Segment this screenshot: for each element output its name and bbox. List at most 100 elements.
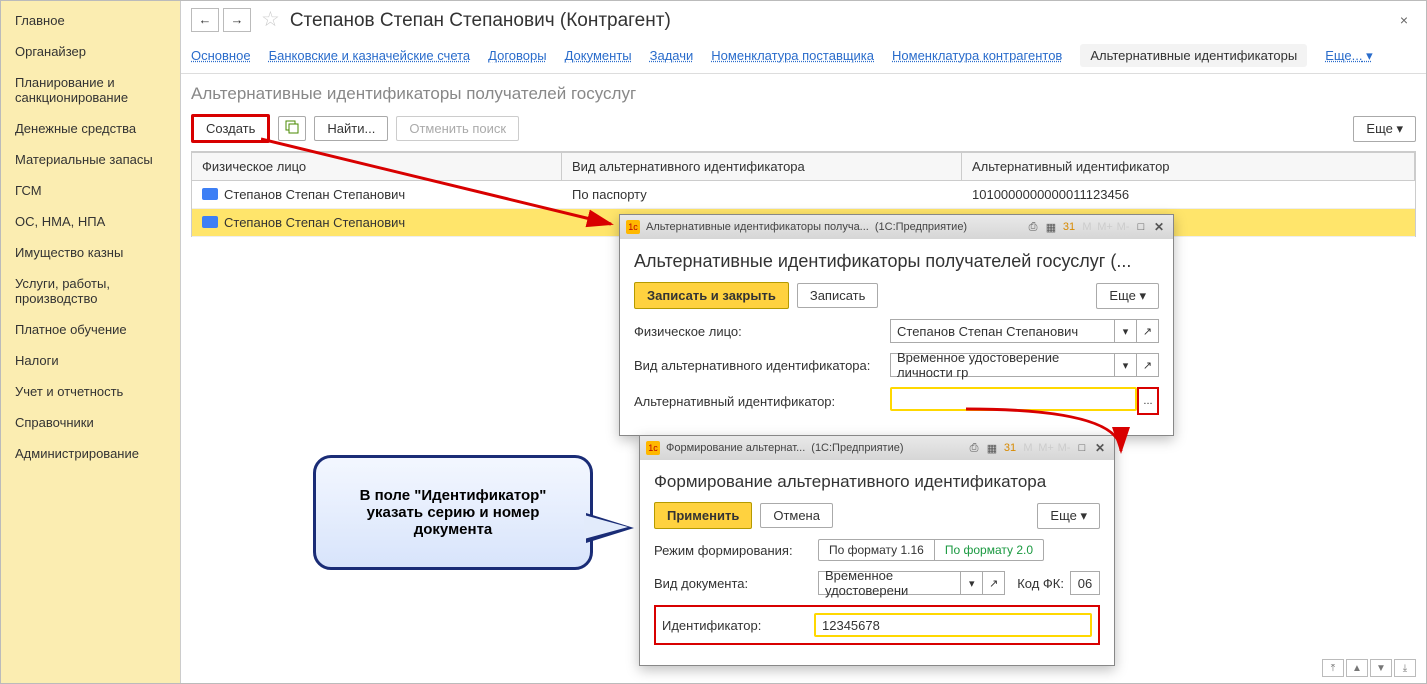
mplus-icon[interactable]: M+: [1038, 440, 1054, 456]
open-button[interactable]: ↗: [983, 571, 1005, 595]
sidebar-item[interactable]: ОС, НМА, НПА: [1, 206, 180, 237]
close-icon[interactable]: ✕: [1151, 219, 1167, 235]
cell-person: Степанов Степан Степанович: [192, 209, 562, 237]
tab[interactable]: Номенклатура поставщика: [711, 48, 874, 63]
nav-fwd-button[interactable]: →: [223, 8, 251, 32]
more-button[interactable]: Еще ▾: [1096, 283, 1159, 309]
maximize-icon[interactable]: □: [1133, 219, 1149, 235]
mminus-icon[interactable]: M-: [1115, 219, 1131, 235]
id-label: Идентификатор:: [662, 618, 814, 633]
grid-icon[interactable]: ▦: [1043, 219, 1059, 235]
header-toolbar: ← → ☆ Степанов Степан Степанович (Контра…: [181, 1, 1426, 38]
record-icon: [202, 188, 218, 200]
sidebar-item[interactable]: Справочники: [1, 407, 180, 438]
tab[interactable]: Документы: [565, 48, 632, 63]
table-header: Физическое лицо Вид альтернативного иден…: [191, 152, 1416, 181]
tab-more[interactable]: Еще... ▾: [1325, 48, 1372, 64]
sidebar-item[interactable]: ГСМ: [1, 175, 180, 206]
sidebar-item[interactable]: Администрирование: [1, 438, 180, 469]
scroll-top-button[interactable]: ⤒: [1322, 659, 1344, 677]
close-button[interactable]: ×: [1392, 8, 1416, 32]
dialog-titlebar[interactable]: 1c Альтернативные идентификаторы получа.…: [620, 215, 1173, 239]
app-logo-icon: 1c: [646, 441, 660, 455]
sidebar-item[interactable]: Главное: [1, 5, 180, 36]
mplus-icon[interactable]: M+: [1097, 219, 1113, 235]
grid-icon[interactable]: ▦: [984, 440, 1000, 456]
open-button[interactable]: ↗: [1137, 353, 1159, 377]
type-input[interactable]: Временное удостоверение личности гр: [890, 353, 1115, 377]
sidebar-item[interactable]: Услуги, работы, производство: [1, 268, 180, 314]
tab[interactable]: Основное: [191, 48, 251, 63]
mode-2-button[interactable]: По формату 2.0: [935, 539, 1044, 561]
id-input[interactable]: 12345678: [814, 613, 1092, 637]
dropdown-button[interactable]: ▾: [1115, 353, 1137, 377]
kod-fk-input[interactable]: 06: [1070, 571, 1100, 595]
type-label: Вид альтернативного идентификатора:: [634, 358, 890, 373]
m-icon[interactable]: M: [1020, 440, 1036, 456]
sidebar-item[interactable]: Имущество казны: [1, 237, 180, 268]
save-button[interactable]: Записать: [797, 283, 879, 308]
dialog-heading: Формирование альтернативного идентификат…: [654, 472, 1100, 492]
maximize-icon[interactable]: □: [1074, 440, 1090, 456]
m-icon[interactable]: M: [1079, 219, 1095, 235]
table-scroll-buttons: ⤒ ▲ ▼ ⤓: [1322, 659, 1416, 677]
altid-input[interactable]: [890, 387, 1137, 411]
tab-active[interactable]: Альтернативные идентификаторы: [1080, 44, 1307, 67]
choose-button[interactable]: ...: [1137, 387, 1159, 415]
scroll-down-button[interactable]: ▼: [1370, 659, 1392, 677]
dialog-altid-edit: 1c Альтернативные идентификаторы получа.…: [619, 214, 1174, 436]
sidebar-item[interactable]: Платное обучение: [1, 314, 180, 345]
dropdown-button[interactable]: ▾: [961, 571, 983, 595]
copy-button[interactable]: [278, 116, 306, 141]
dialog-form-altid: 1c Формирование альтернат... (1С:Предпри…: [639, 435, 1115, 666]
calendar-icon[interactable]: 31: [1061, 219, 1077, 235]
favorite-star-icon[interactable]: ☆: [261, 7, 280, 32]
sidebar-item[interactable]: Налоги: [1, 345, 180, 376]
help-callout: В поле "Идентификатор" указать серию и н…: [313, 455, 593, 570]
tab[interactable]: Задачи: [650, 48, 694, 63]
print-icon[interactable]: ⎙: [1025, 219, 1041, 235]
th-altid[interactable]: Альтернативный идентификатор: [962, 153, 1415, 180]
open-button[interactable]: ↗: [1137, 319, 1159, 343]
tab[interactable]: Номенклатура контрагентов: [892, 48, 1062, 63]
calendar-icon[interactable]: 31: [1002, 440, 1018, 456]
sidebar-item[interactable]: Органайзер: [1, 36, 180, 67]
actions-row: Создать Найти... Отменить поиск Еще ▾: [181, 110, 1426, 151]
th-person[interactable]: Физическое лицо: [192, 153, 562, 180]
close-icon[interactable]: ✕: [1092, 440, 1108, 456]
scroll-bottom-button[interactable]: ⤓: [1394, 659, 1416, 677]
kod-fk-label: Код ФК:: [1017, 576, 1064, 591]
table-row[interactable]: Степанов Степан Степанович По паспорту 1…: [191, 181, 1416, 209]
sidebar-item[interactable]: Учет и отчетность: [1, 376, 180, 407]
sidebar-item[interactable]: Денежные средства: [1, 113, 180, 144]
page-title: Степанов Степан Степанович (Контрагент): [290, 8, 671, 32]
th-type[interactable]: Вид альтернативного идентификатора: [562, 153, 962, 180]
scroll-up-button[interactable]: ▲: [1346, 659, 1368, 677]
tab[interactable]: Договоры: [488, 48, 546, 63]
find-button[interactable]: Найти...: [314, 116, 388, 141]
cancel-button[interactable]: Отмена: [760, 503, 833, 528]
more-button[interactable]: Еще ▾: [1037, 503, 1100, 529]
dialog-title: Формирование альтернат...: [666, 442, 805, 454]
person-input[interactable]: Степанов Степан Степанович: [890, 319, 1115, 343]
sidebar-item[interactable]: Материальные запасы: [1, 144, 180, 175]
section-title: Альтернативные идентификаторы получателе…: [181, 74, 1426, 110]
cell-person: Степанов Степан Степанович: [192, 181, 562, 209]
dropdown-button[interactable]: ▾: [1115, 319, 1137, 343]
mode-1-button[interactable]: По формату 1.16: [818, 539, 935, 561]
cell-type: По паспорту: [562, 181, 962, 209]
doc-type-input[interactable]: Временное удостоверени: [818, 571, 961, 595]
save-close-button[interactable]: Записать и закрыть: [634, 282, 789, 309]
nav-back-button[interactable]: ←: [191, 8, 219, 32]
tab[interactable]: Банковские и казначейские счета: [269, 48, 471, 63]
mode-label: Режим формирования:: [654, 543, 818, 558]
mminus-icon[interactable]: M-: [1056, 440, 1072, 456]
create-button[interactable]: Создать: [191, 114, 270, 143]
sidebar-item[interactable]: Планирование и санкционирование: [1, 67, 180, 113]
print-icon[interactable]: ⎙: [966, 440, 982, 456]
dialog-subtitle: (1С:Предприятие): [875, 221, 967, 233]
more-button[interactable]: Еще ▾: [1353, 116, 1416, 142]
apply-button[interactable]: Применить: [654, 502, 752, 529]
dialog-titlebar[interactable]: 1c Формирование альтернат... (1С:Предпри…: [640, 436, 1114, 460]
dialog-heading: Альтернативные идентификаторы получателе…: [634, 251, 1159, 272]
